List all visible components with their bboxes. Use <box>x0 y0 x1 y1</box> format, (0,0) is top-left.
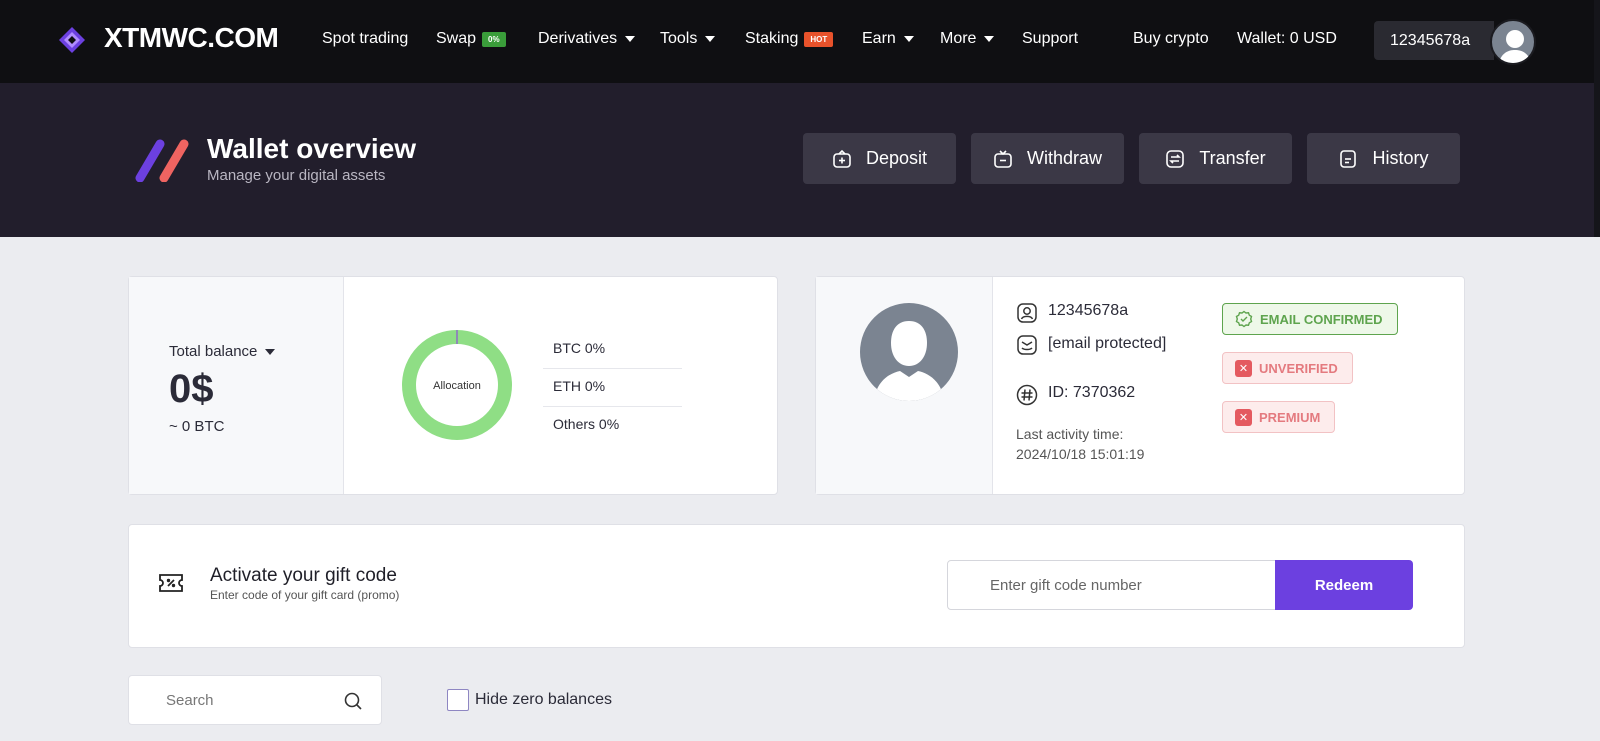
swap-badge: 0% <box>482 31 506 47</box>
avatar-silhouette-icon <box>1498 30 1532 63</box>
allocation-others: Others 0% <box>553 416 620 432</box>
balance-summary: Total balance 0$ ~ 0 BTC <box>129 277 344 494</box>
profile-id: ID: 7370362 <box>1048 384 1136 401</box>
nav-more[interactable]: More <box>940 30 995 48</box>
deposit-icon <box>833 149 851 168</box>
profile-username: 12345678a <box>1048 302 1129 319</box>
allocation-btc: BTC 0% <box>543 331 682 369</box>
profile-avatar-panel <box>816 277 993 494</box>
nav-buy-crypto[interactable]: Buy crypto <box>1133 30 1209 48</box>
nav-tools[interactable]: Tools <box>660 30 716 48</box>
total-balance-btc: ~ 0 BTC <box>169 418 225 435</box>
nav-staking[interactable]: Staking HOT <box>745 30 834 48</box>
asset-search-box <box>128 675 382 725</box>
total-balance-value: 0$ <box>169 367 214 411</box>
nav-spot-trading[interactable]: Spot trading <box>322 30 408 48</box>
allocation-list: BTC 0% ETH 0% Others 0% <box>543 331 682 445</box>
user-avatar[interactable] <box>1490 19 1536 65</box>
page-title: Wallet overview <box>207 133 417 164</box>
avatar-silhouette-icon <box>874 321 944 401</box>
redeem-button[interactable]: Redeem <box>1275 560 1413 610</box>
deposit-button[interactable]: Deposit <box>803 133 956 184</box>
last-activity: Last activity time: 2024/10/18 15:01:19 <box>1016 424 1144 464</box>
page-scrollbar[interactable] <box>1594 0 1600 237</box>
staking-badge: HOT <box>804 31 834 47</box>
last-activity-time: 2024/10/18 15:01:19 <box>1016 446 1145 462</box>
page-subtitle: Manage your digital assets <box>207 167 386 184</box>
close-x-icon: ✕ <box>1235 408 1252 426</box>
gift-code-card: Activate your gift code Enter code of yo… <box>128 524 1465 648</box>
search-icon[interactable] <box>343 691 363 711</box>
profile-id-row: ID: 7370362 <box>1016 384 1135 406</box>
total-balance-toggle[interactable]: Total balance <box>169 343 276 360</box>
unverified-badge[interactable]: ✕ UNVERIFIED <box>1222 352 1353 384</box>
last-activity-label: Last activity time: <box>1016 426 1124 442</box>
transfer-icon <box>1166 149 1185 168</box>
verified-check-icon <box>1235 310 1253 328</box>
transfer-button[interactable]: Transfer <box>1139 133 1292 184</box>
top-navbar: XTMWC.COM Spot trading Swap 0% Derivative… <box>0 0 1600 83</box>
caret-down-icon <box>903 36 914 42</box>
gift-code-subtitle: Enter code of your gift card (promo) <box>210 588 400 602</box>
nav-support[interactable]: Support <box>1022 30 1078 48</box>
wallet-logo-icon <box>135 139 189 182</box>
caret-down-icon <box>625 36 636 42</box>
email-icon <box>1017 335 1037 355</box>
withdraw-button[interactable]: Withdraw <box>971 133 1124 184</box>
asset-search-input[interactable] <box>129 676 329 724</box>
premium-badge[interactable]: ✕ PREMIUM <box>1222 401 1336 433</box>
history-icon <box>1340 149 1357 168</box>
username-chip[interactable]: 12345678a <box>1374 21 1494 60</box>
close-x-icon: ✕ <box>1235 359 1252 377</box>
nav-derivatives[interactable]: Derivatives <box>538 30 636 48</box>
nav-swap[interactable]: Swap 0% <box>436 30 506 48</box>
gift-ticket-icon <box>159 574 183 592</box>
allocation-donut-chart: Allocation <box>402 330 512 440</box>
profile-username-row: 12345678a <box>1016 302 1128 324</box>
gift-code-input[interactable] <box>947 560 1277 610</box>
history-button[interactable]: History <box>1307 133 1460 184</box>
caret-down-icon <box>265 348 276 355</box>
balance-card: Total balance 0$ ~ 0 BTC Allocation BTC … <box>128 276 778 495</box>
nav-earn[interactable]: Earn <box>862 30 914 48</box>
hide-zero-balances-label[interactable]: Hide zero balances <box>475 691 612 709</box>
hash-icon <box>1016 384 1038 406</box>
profile-avatar <box>860 303 958 401</box>
caret-down-icon <box>705 36 716 42</box>
withdraw-icon <box>994 149 1012 168</box>
allocation-eth: ETH 0% <box>543 369 682 407</box>
brand-name[interactable]: XTMWC.COM <box>104 22 279 54</box>
email-confirmed-badge: EMAIL CONFIRMED <box>1222 303 1398 335</box>
profile-email: [email protected] <box>1048 335 1167 352</box>
allocation-center-label: Allocation <box>433 380 481 392</box>
nav-wallet-balance[interactable]: Wallet: 0 USD <box>1237 30 1337 48</box>
gift-code-title: Activate your gift code <box>210 565 397 586</box>
user-badge-icon <box>1017 303 1037 323</box>
profile-email-row: [email protected] <box>1016 334 1186 356</box>
profile-card: 12345678a [email protected] ID: 7370362 … <box>815 276 1465 495</box>
caret-down-icon <box>984 36 995 42</box>
hide-zero-balances-checkbox[interactable] <box>447 689 469 711</box>
brand-logo-icon[interactable] <box>58 26 86 54</box>
